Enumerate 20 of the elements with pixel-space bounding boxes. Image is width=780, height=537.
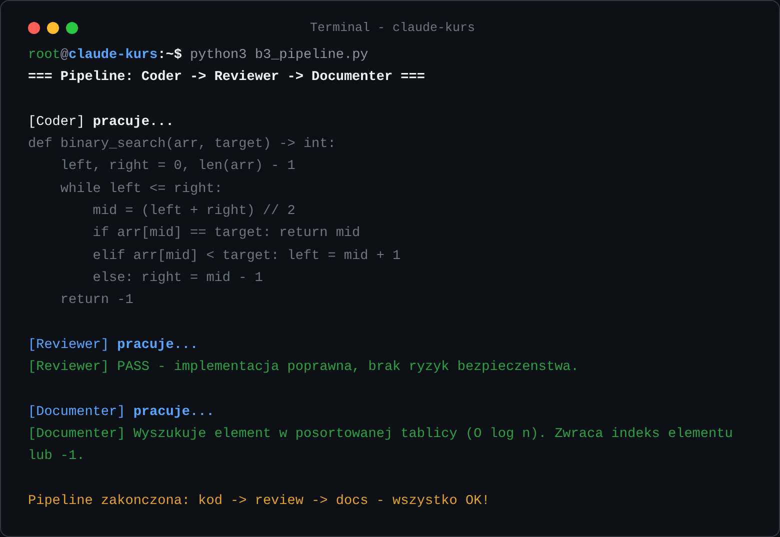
code-line: left, right = 0, len(arr) - 1 <box>60 158 296 176</box>
code-line: else: right = mid - 1 <box>92 270 263 288</box>
close-icon[interactable] <box>28 22 40 34</box>
output-line: [Documenter] pracuje... <box>28 404 216 422</box>
code-line: if arr[mid] == target: return mid <box>92 225 360 244</box>
code-line: elif arr[mid] < target: left = mid + 1 <box>92 248 401 266</box>
code-line: mid = (left + right) // 2 <box>92 203 296 222</box>
output-line: Pipeline zakonczona: kod -> review -> docs - wszystko OK! <box>28 492 491 511</box>
code-line: def binary_search(arr, target) -> int: <box>28 136 336 154</box>
output-line: [Coder] pracuje... <box>28 114 175 132</box>
output-line: [Documenter] Wyszukuje element w posortowanej tablicy (O log n). Zwraca indeks elementu lub -1. <box>28 426 734 466</box>
code-line: return -1 <box>60 292 134 310</box>
code-line: while left <= right: <box>60 180 222 199</box>
output-line: root@claude-kurs:~$ python3 b3_pipeline.py <box>28 47 370 65</box>
maximize-icon[interactable] <box>66 22 78 34</box>
output-line: === Pipeline: Coder -> Reviewer -> Documenter === <box>28 69 426 88</box>
window-title: Terminal - claude-kurs <box>310 20 476 37</box>
minimize-icon[interactable] <box>47 22 59 34</box>
output-line: [Reviewer] pracuje... <box>28 336 200 355</box>
output-line: [Reviewer] PASS - implementacja poprawna, brak ryzyk bezpieczenstwa. <box>28 359 580 378</box>
